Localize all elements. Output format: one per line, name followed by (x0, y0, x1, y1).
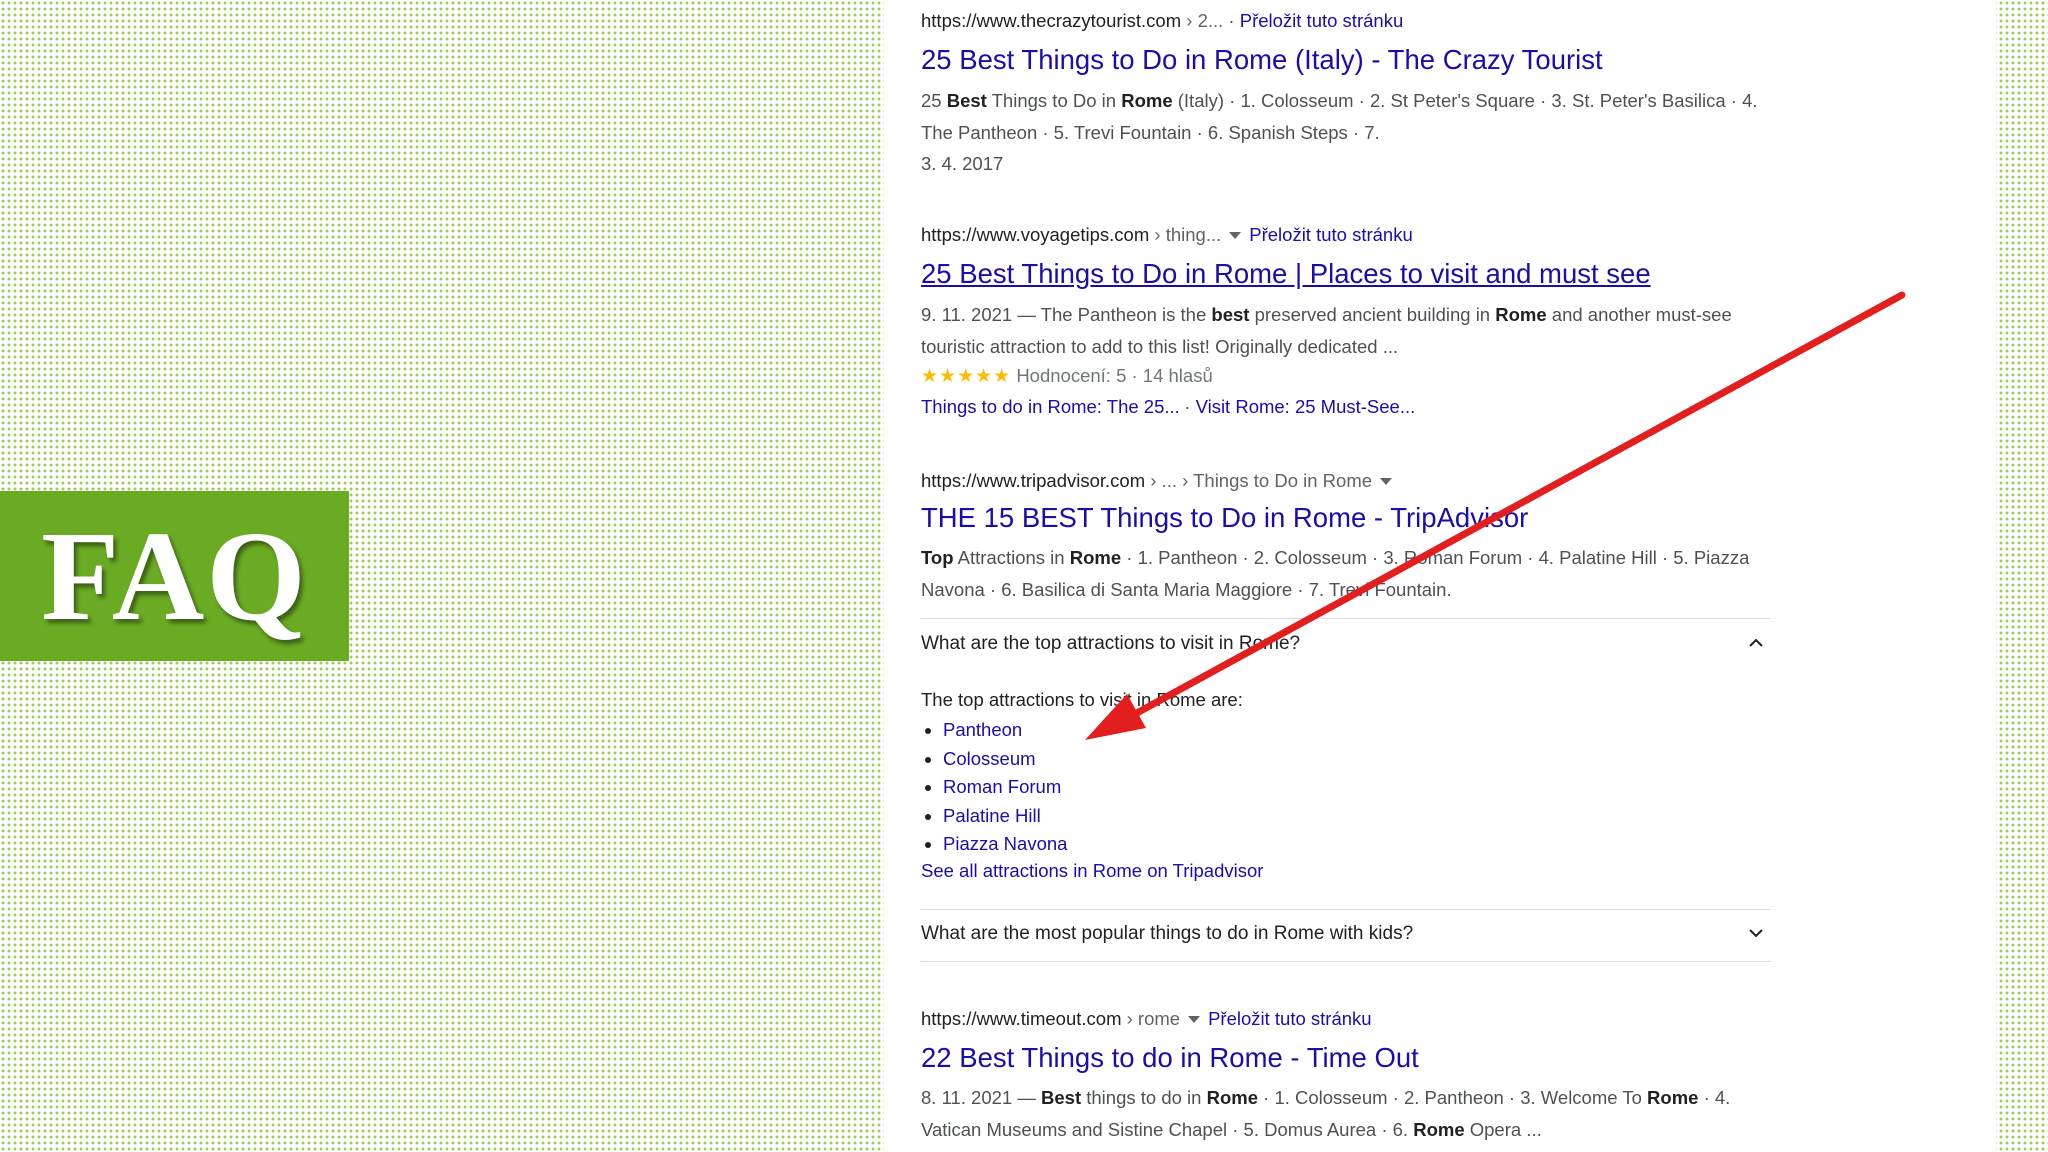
result-2-title[interactable]: 25 Best Things to Do in Rome | Places to… (921, 258, 1651, 290)
snippet-bold-term: Rome (1647, 1087, 1699, 1108)
result-1-snippet: 25 Best Things to Do in Rome (Italy) · 1… (921, 85, 1771, 148)
snippet-bold-term: best (1211, 304, 1250, 325)
result-4-url[interactable]: https://www.timeout.com › rome Přeložit t… (921, 1008, 1372, 1030)
caret-down-icon[interactable] (1380, 477, 1393, 485)
faq-question-2[interactable]: What are the most popular things to do i… (921, 923, 1771, 945)
result-url-path: › thing... (1149, 224, 1222, 245)
faq-badge: FAQ (0, 491, 349, 661)
caret-down-icon[interactable] (1188, 1015, 1201, 1023)
result-1-date: 3. 4. 2017 (921, 153, 1004, 174)
result-url-path: › 2... (1181, 10, 1224, 31)
chevron-up-icon[interactable] (1749, 636, 1763, 650)
result-url-site: https://www.timeout.com (921, 1008, 1122, 1029)
snippet-bold-term: Best (1041, 1087, 1082, 1108)
result-url-site: https://www.tripadvisor.com (921, 470, 1146, 491)
result-3-snippet: Top Attractions in Rome · 1. Pantheon · … (921, 542, 1771, 605)
snippet-bold-term: Rome (1069, 547, 1122, 568)
result-4-title[interactable]: 22 Best Things to do in Rome - Time Out (921, 1042, 1419, 1074)
snippet-bold-term: Rome (1121, 90, 1173, 111)
divider (921, 961, 1771, 962)
list-item[interactable]: Colosseum (943, 745, 1067, 774)
faq-question-text: What are the most popular things to do i… (921, 923, 1414, 944)
rating-text: Hodnocení: 5 · 14 hlasů (1016, 365, 1213, 386)
divider (921, 909, 1771, 910)
star-rating-icon: ★★★★★ (921, 366, 1012, 387)
rating-row: ★★★★★ Hodnocení: 5 · 14 hlasů (921, 365, 1213, 388)
sitelinks: Things to do in Rome: The 25... · Visit … (921, 396, 1416, 417)
result-1-url[interactable]: https://www.thecrazytourist.com › 2... ·… (921, 10, 1403, 32)
list-item[interactable]: Pantheon (943, 716, 1067, 745)
result-3-title[interactable]: THE 15 BEST Things to Do in Rome - TripA… (921, 502, 1528, 534)
faq-question-1[interactable]: What are the top attractions to visit in… (921, 633, 1771, 655)
snippet-bold-term: Rome (1206, 1087, 1258, 1108)
translate-link[interactable]: Přeložit tuto stránku (1240, 10, 1404, 31)
snippet-bold-term: Rome (1495, 304, 1547, 325)
translate-link[interactable]: Přeložit tuto stránku (1249, 224, 1413, 245)
faq-question-text: What are the top attractions to visit in… (921, 633, 1301, 654)
result-4-snippet: 8. 11. 2021 — Best things to do in Rome … (921, 1082, 1771, 1145)
result-url-site: https://www.voyagetips.com (921, 224, 1150, 245)
translate-link[interactable]: Přeložit tuto stránku (1208, 1008, 1372, 1029)
result-url-path: › ... › Things to Do in Rome (1145, 470, 1373, 491)
snippet-bold-term: Rome (1413, 1118, 1465, 1140)
sitelink[interactable]: Visit Rome: 25 Must-See... (1196, 396, 1416, 417)
chevron-down-icon[interactable] (1749, 926, 1763, 940)
result-url-path: › rome (1121, 1008, 1181, 1029)
snippet-text: Attractions in (953, 547, 1070, 568)
snippet-bold-term: Top (921, 547, 954, 568)
snippet-text: 9. 11. 2021 — The Pantheon is the (921, 304, 1212, 325)
snippet-text: Opera ... (1464, 1118, 1542, 1140)
result-2-url[interactable]: https://www.voyagetips.com › thing... Pře… (921, 224, 1413, 246)
snippet-text: 8. 11. 2021 — (921, 1087, 1041, 1108)
snippet-text: 25 (921, 90, 947, 111)
faq-answer-list: Pantheon Colosseum Roman Forum Palatine … (921, 716, 1067, 859)
list-item[interactable]: Palatine Hill (943, 802, 1067, 831)
result-2-snippet: 9. 11. 2021 — The Pantheon is the best p… (921, 299, 1771, 362)
faq-label: FAQ (41, 505, 308, 647)
snippet-text: · 1. Colosseum · 2. Pantheon · 3. Welcom… (1258, 1087, 1648, 1108)
list-item[interactable]: Piazza Navona (943, 830, 1067, 859)
snippet-text: preserved ancient building in (1249, 304, 1496, 325)
result-3-url[interactable]: https://www.tripadvisor.com › ... › Thin… (921, 470, 1400, 492)
search-results-panel: https://www.thecrazytourist.com › 2... ·… (884, 0, 1996, 1152)
caret-down-icon[interactable] (1229, 231, 1242, 239)
snippet-text: things to do in (1081, 1087, 1207, 1108)
snippet-text: Things to Do in (986, 90, 1122, 111)
snippet-bold-term: Best (946, 90, 987, 111)
sitelink[interactable]: Things to do in Rome: The 25... (921, 396, 1180, 417)
see-all-attractions-link[interactable]: See all attractions in Rome on Tripadvis… (921, 860, 1263, 882)
faq-answer-intro: The top attractions to visit in Rome are… (921, 689, 1243, 710)
result-1-title[interactable]: 25 Best Things to Do in Rome (Italy) - T… (921, 44, 1603, 76)
divider (921, 618, 1771, 619)
list-item[interactable]: Roman Forum (943, 773, 1067, 802)
result-url-site: https://www.thecrazytourist.com (921, 10, 1182, 31)
